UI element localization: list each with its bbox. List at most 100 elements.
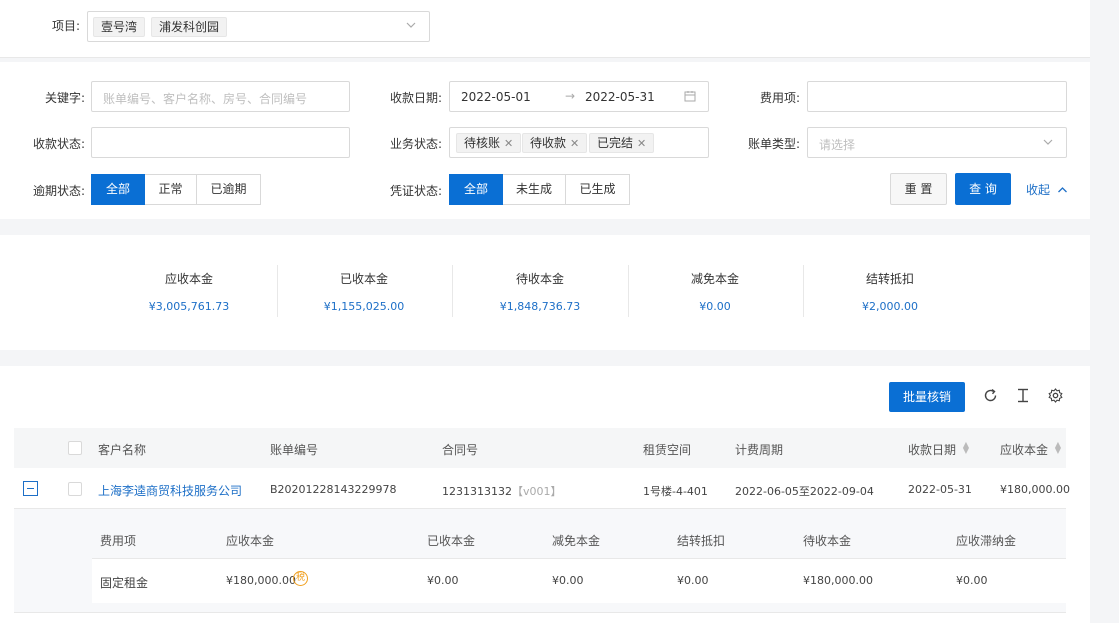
sub-col-fee: 费用项 <box>100 534 137 548</box>
collect-date-label: 收款日期: <box>389 91 442 105</box>
voucher-status-group: 全部 未生成 已生成 <box>449 174 630 205</box>
contract-no: 1231313132【v001】 <box>442 485 562 498</box>
col-bill-no[interactable]: 账单编号 <box>270 441 318 458</box>
sub-reduced: ¥0.00 <box>552 574 584 587</box>
sub-col-carried: 结转抵扣 <box>677 534 726 548</box>
date-arrow: → <box>565 89 576 103</box>
divider <box>277 265 278 317</box>
stat-value: ¥2,000.00 <box>862 300 918 313</box>
biz-status-tag[interactable]: 待核账 ✕ <box>456 133 522 153</box>
stat-label: 减免本金 <box>690 272 739 286</box>
bill-type-select[interactable]: 请选择 <box>807 127 1067 158</box>
col-collect-date[interactable]: 收款日期 <box>908 441 956 458</box>
stat-label: 待收本金 <box>515 272 564 286</box>
sub-fee-item: 固定租金 <box>100 576 149 590</box>
overdue-status-group: 全部 正常 已逾期 <box>91 174 261 205</box>
calendar-icon <box>684 90 696 105</box>
sub-col-late-fee: 应收滞纳金 <box>956 534 1017 548</box>
period: 2022-06-05至2022-09-04 <box>735 485 874 498</box>
bill-type-label: 账单类型: <box>747 137 800 151</box>
divider <box>628 265 629 317</box>
date-end[interactable]: 2022-05-31 <box>585 90 655 104</box>
biz-status-label: 业务状态: <box>389 137 442 151</box>
biz-status-tag[interactable]: 待收款 ✕ <box>522 133 588 153</box>
keyword-label: 关键字: <box>44 91 85 105</box>
close-icon[interactable]: ✕ <box>570 137 579 150</box>
col-customer[interactable]: 客户名称 <box>98 441 146 458</box>
table-card: 批量核销 客户名称 账单编号 合同号 租赁空间 计费周期 收款日期 ▲ ▼ 应收本… <box>0 366 1090 623</box>
bill-type-placeholder: 请选择 <box>819 138 856 152</box>
sub-received: ¥0.00 <box>427 574 459 587</box>
stat-value: ¥0.00 <box>699 300 731 313</box>
receivable: ¥180,000.00 <box>1000 483 1070 496</box>
voucher-all[interactable]: 全部 <box>449 174 503 205</box>
voucher-none[interactable]: 未生成 <box>502 174 566 205</box>
sort-icon[interactable]: ▲ ▼ <box>962 441 970 455</box>
sub-col-pending: 待收本金 <box>803 534 852 548</box>
keyword-placeholder: 账单编号、客户名称、房号、合同编号 <box>103 92 308 106</box>
close-icon[interactable]: ✕ <box>504 137 513 150</box>
search-button[interactable]: 查 询 <box>955 173 1011 205</box>
sub-late-fee: ¥0.00 <box>956 574 988 587</box>
customer-link[interactable]: 上海李逵商贸科技服务公司 <box>98 482 242 499</box>
stat-label: 应收本金 <box>164 272 213 286</box>
batch-writeoff-button[interactable]: 批量核销 <box>889 382 965 412</box>
chevron-down-icon <box>405 19 417 34</box>
collapse-link[interactable]: 收起 <box>1026 181 1068 198</box>
voucher-done[interactable]: 已生成 <box>565 174 630 205</box>
stats-card: 应收本金 ¥3,005,761.73 已收本金 ¥1,155,025.00 待收… <box>0 235 1090 350</box>
tax-badge-icon: 税 <box>293 571 308 586</box>
settings-icon[interactable] <box>1048 388 1063 406</box>
refresh-icon[interactable] <box>983 388 998 406</box>
divider <box>803 265 804 317</box>
overdue-normal[interactable]: 正常 <box>144 174 197 205</box>
sub-table-inner: 费用项 应收本金 已收本金 减免本金 结转抵扣 待收本金 应收滞纳金 固定租金 … <box>92 517 1066 603</box>
collect-status-select[interactable] <box>91 127 350 158</box>
collect-date-range[interactable]: 2022-05-01 → 2022-05-31 <box>449 81 709 112</box>
overdue-overdue[interactable]: 已逾期 <box>196 174 261 205</box>
overdue-status-label: 逾期状态: <box>32 184 85 198</box>
sub-carried: ¥0.00 <box>677 574 709 587</box>
contract-version: 【v001】 <box>512 485 562 498</box>
biz-status-select[interactable]: 待核账 ✕ 待收款 ✕ 已完结 ✕ <box>449 127 709 158</box>
collapse-row-icon[interactable] <box>23 481 38 496</box>
filter-card: 关键字: 账单编号、客户名称、房号、合同编号 收款日期: 2022-05-01 … <box>0 62 1090 219</box>
stat-value: ¥1,848,736.73 <box>499 300 581 313</box>
project-label: 项目: <box>51 19 80 33</box>
chevron-down-icon <box>1042 136 1054 151</box>
voucher-status-label: 凭证状态: <box>389 184 442 198</box>
collect-status-label: 收款状态: <box>32 137 85 151</box>
col-period[interactable]: 计费周期 <box>735 441 783 458</box>
sub-table-header: 费用项 应收本金 已收本金 减免本金 结转抵扣 待收本金 应收滞纳金 <box>92 517 1066 559</box>
chevron-up-icon <box>1057 184 1068 198</box>
keyword-input[interactable]: 账单编号、客户名称、房号、合同编号 <box>91 81 350 112</box>
table-row: 上海李逵商贸科技服务公司 B20201228143229978 12313131… <box>14 468 1070 509</box>
bill-no: B20201228143229978 <box>270 483 397 496</box>
close-icon[interactable]: ✕ <box>637 137 646 150</box>
col-receivable[interactable]: 应收本金 <box>1000 441 1048 458</box>
fee-item-input[interactable] <box>807 81 1067 112</box>
column-height-icon[interactable] <box>1016 388 1030 406</box>
project-card: 项目: 壹号湾 浦发科创园 <box>0 0 1090 58</box>
project-tag: 壹号湾 <box>93 17 146 37</box>
sub-table: 费用项 应收本金 已收本金 减免本金 结转抵扣 待收本金 应收滞纳金 固定租金 … <box>14 509 1066 613</box>
overdue-all[interactable]: 全部 <box>91 174 145 205</box>
select-all-checkbox[interactable] <box>68 441 82 455</box>
fee-item-label: 费用项: <box>759 91 800 105</box>
date-start[interactable]: 2022-05-01 <box>461 90 531 104</box>
col-contract-no[interactable]: 合同号 <box>442 441 478 458</box>
sort-icon[interactable]: ▲ ▼ <box>1054 441 1062 455</box>
project-select[interactable]: 壹号湾 浦发科创园 <box>87 11 430 42</box>
col-space[interactable]: 租赁空间 <box>643 441 691 458</box>
sub-col-receivable: 应收本金 <box>226 534 275 548</box>
biz-status-tag[interactable]: 已完结 ✕ <box>589 133 655 153</box>
reset-button[interactable]: 重 置 <box>890 173 947 205</box>
row-checkbox[interactable] <box>68 482 82 496</box>
space: 1号楼-4-401 <box>643 485 708 498</box>
table-header: 客户名称 账单编号 合同号 租赁空间 计费周期 收款日期 ▲ ▼ 应收本金 ▲ ▼ <box>14 428 1066 468</box>
stat-label: 已收本金 <box>339 272 388 286</box>
stat-value: ¥3,005,761.73 <box>148 300 230 313</box>
stat-value: ¥1,155,025.00 <box>323 300 405 313</box>
sub-col-received: 已收本金 <box>427 534 476 548</box>
sub-col-reduced: 减免本金 <box>552 534 601 548</box>
